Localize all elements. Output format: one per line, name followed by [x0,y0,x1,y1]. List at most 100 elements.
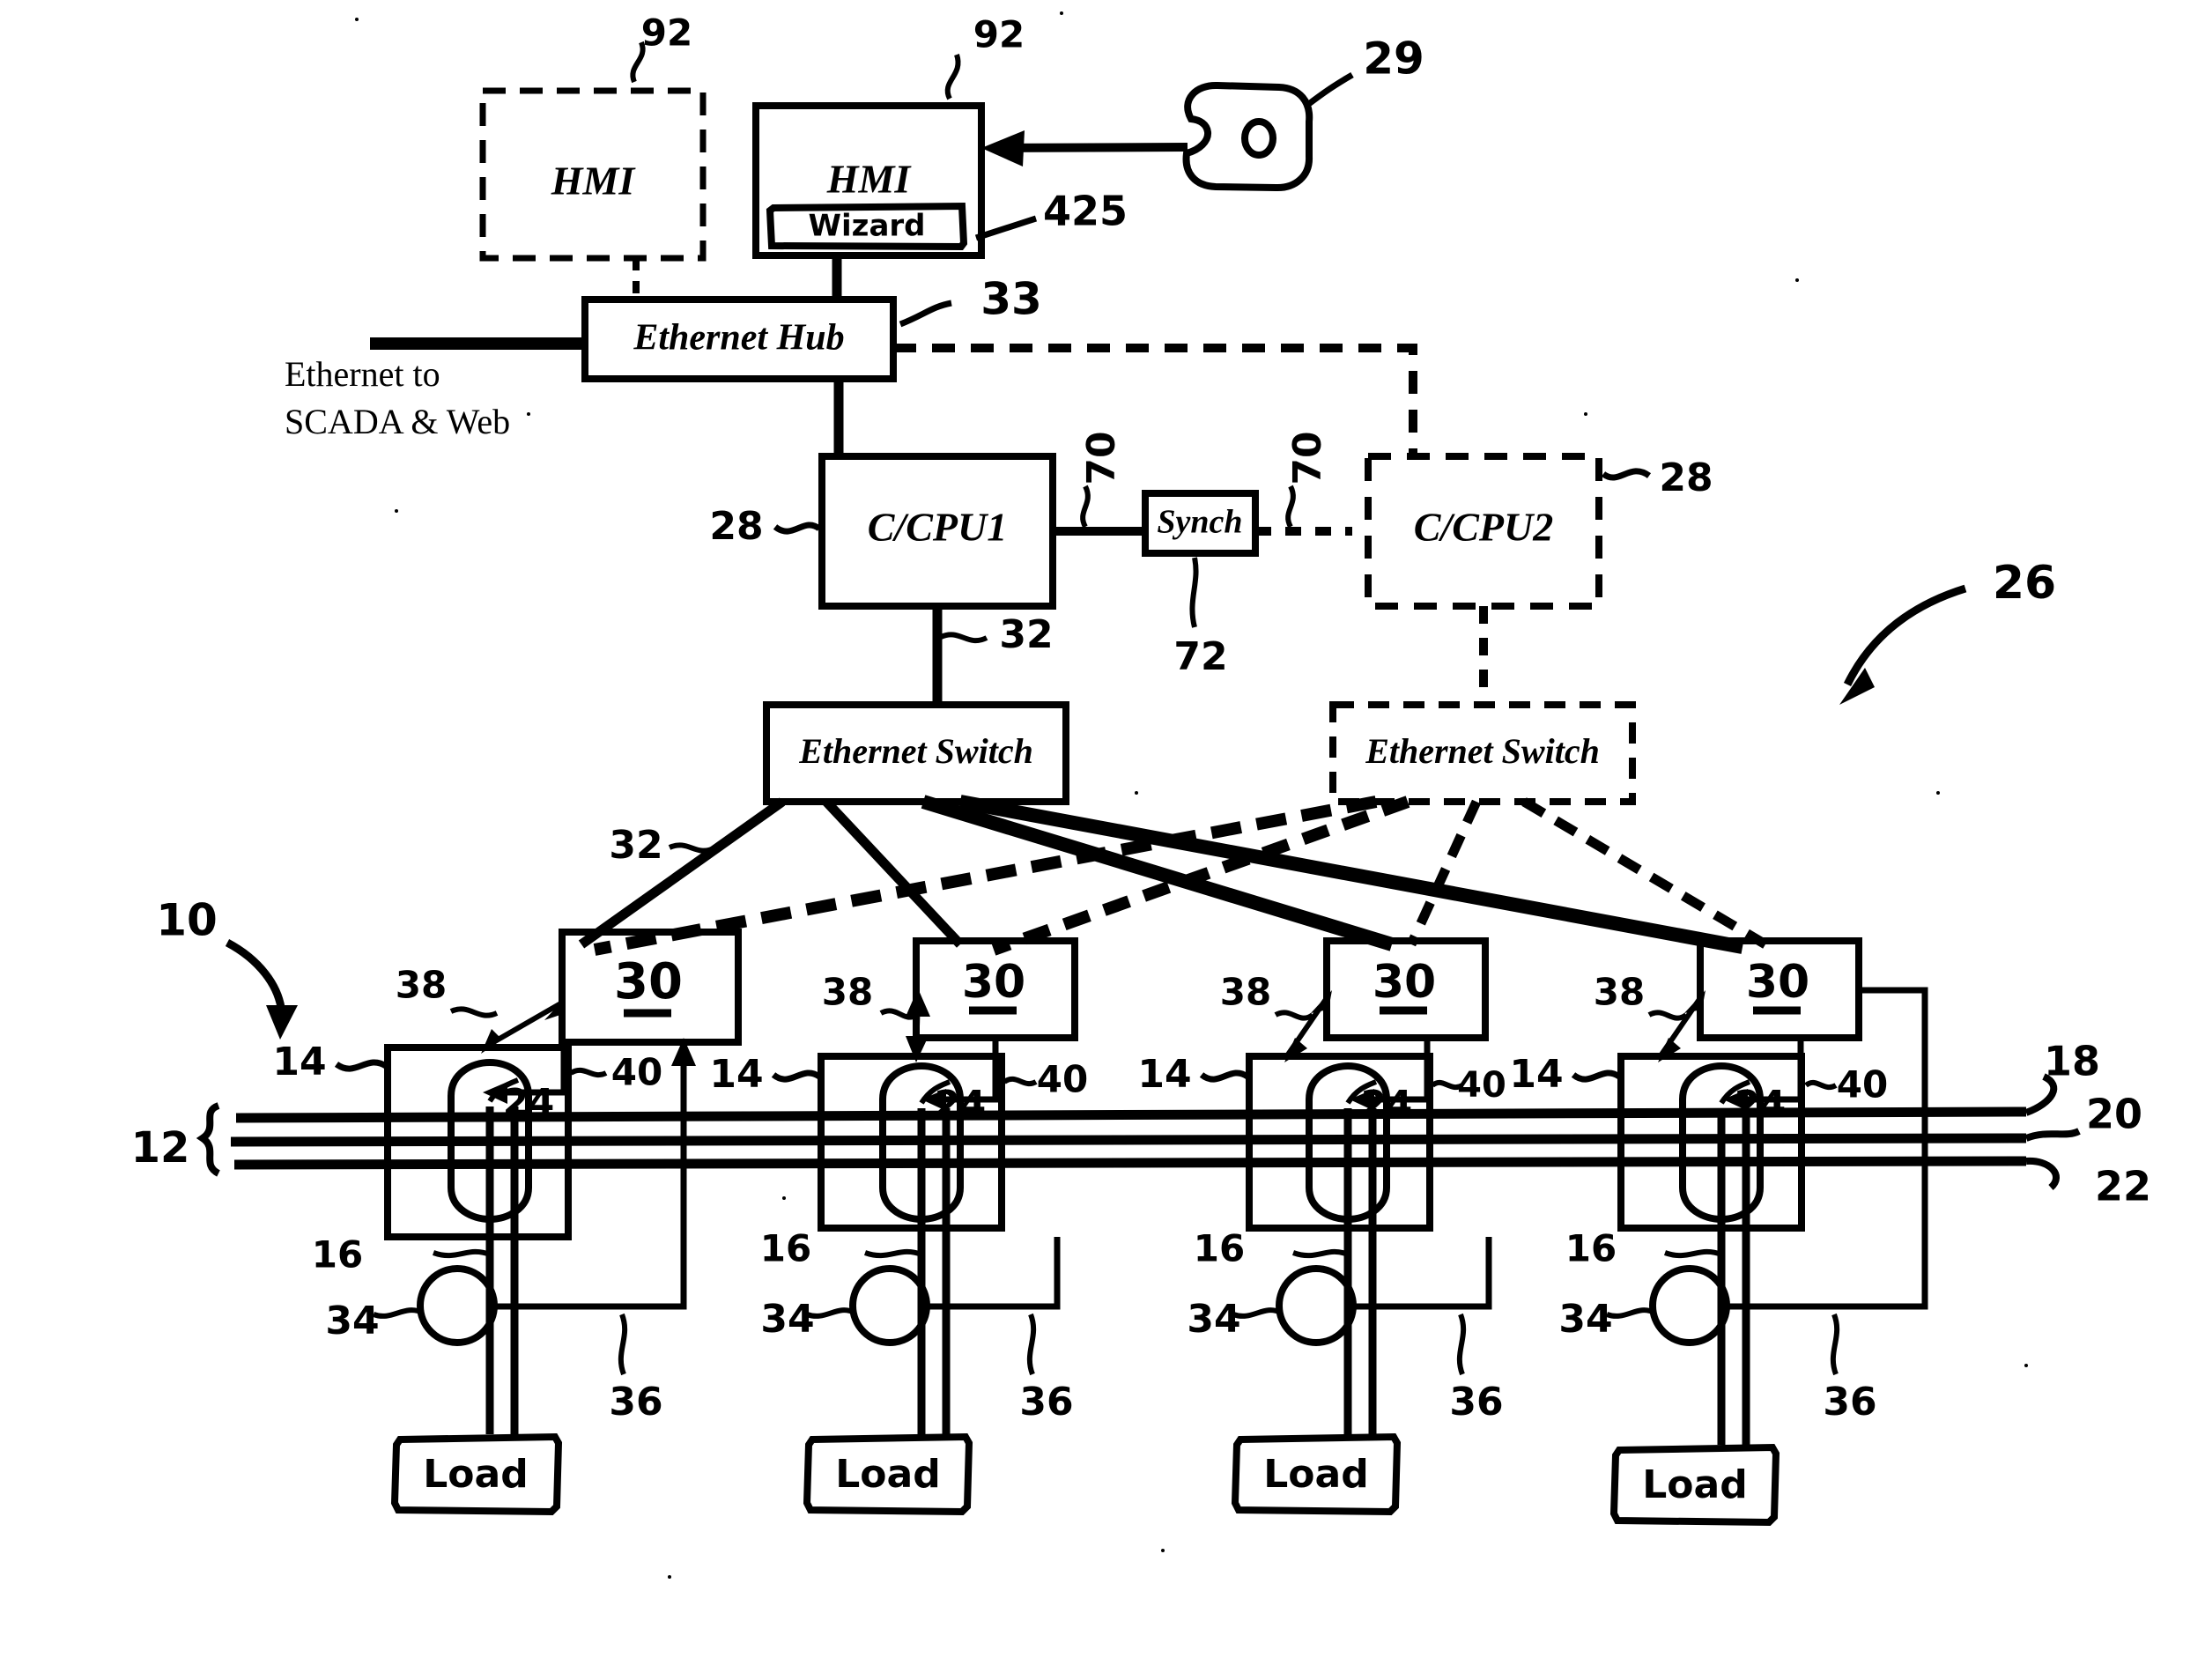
numeral-70-right: 70 [1285,431,1330,485]
leader-16-1 [432,1248,492,1259]
synch-label: Synch [1157,504,1242,541]
pointer-device-button-icon [1241,118,1276,159]
leader-14-3 [1199,1069,1250,1083]
leader-36-4 [1830,1313,1840,1376]
leader-40-4 [1804,1079,1838,1090]
leader-10-arrowhead [266,1005,298,1040]
hub-to-ccpu2-link [893,344,1417,456]
leader-16-4 [1663,1248,1723,1259]
numeral-14-1: 14 [272,1040,326,1084]
leader-16-3 [1291,1248,1350,1259]
controller-label-1: 30 [614,953,683,1010]
numeral-32-uplink: 32 [999,612,1053,657]
scada-label-line2: SCADA & Web [285,402,510,441]
numeral-34-4: 34 [1558,1297,1612,1342]
leader-14-4 [1571,1069,1622,1083]
numeral-425: 425 [1043,188,1128,235]
pointer-arrowhead-icon [981,130,1025,167]
leader-38-1 [449,1006,499,1018]
numeral-10: 10 [156,895,218,946]
leader-425 [974,215,1038,241]
controller-label-3: 30 [1373,956,1436,1009]
leader-14-1 [334,1059,388,1072]
unit-group-4: 30 24 38 40 14 16 34 36 Load [1509,937,1928,1527]
ccpu1-label: C/CPU1 [868,505,1007,550]
numeral-40-1: 40 [611,1051,662,1094]
leader-32-uplink [939,632,988,644]
numeral-14-3: 14 [1137,1052,1191,1097]
breaker-label-1: 24 [503,1081,554,1124]
leader-16-2 [863,1248,923,1259]
numeral-12: 12 [131,1123,190,1173]
load-label-2: Load [835,1452,940,1497]
leader-28-ccpu1 [773,522,822,535]
leader-72 [1189,557,1199,628]
switch-backup-label: Ethernet Switch [1365,731,1600,771]
numeral-16-3: 16 [1194,1227,1245,1270]
figure-canvas: HMI 92 HMI Wizard 92 425 29 Ethernet Hub… [0,0,2205,1680]
hmi-primary-label: HMI [826,157,913,202]
numeral-32-downlink: 32 [609,823,662,868]
numeral-34-2: 34 [760,1297,814,1342]
leader-92-primary [944,54,961,100]
leader-36-1 [618,1313,628,1376]
numeral-18: 18 [2044,1038,2100,1085]
numeral-38-4: 38 [1594,971,1645,1014]
numeral-14-2: 14 [709,1052,763,1097]
device-glyph-1 [417,1265,498,1346]
numeral-20: 20 [2086,1091,2142,1138]
scan-speckles [355,11,2028,1579]
numeral-38-2: 38 [822,971,873,1014]
scada-label-line1: Ethernet to [285,354,440,394]
device-glyph-3 [1276,1265,1357,1346]
controller-label-4: 30 [1746,956,1809,1009]
numeral-34-3: 34 [1187,1297,1240,1342]
numeral-28-ccpu2: 28 [1659,455,1713,500]
numeral-38-1: 38 [396,964,447,1007]
load-label-3: Load [1263,1452,1368,1497]
ccpu2-label: C/CPU2 [1414,505,1553,550]
numeral-26: 26 [1993,557,2056,610]
trip-arrowhead-1 [483,1082,507,1104]
leader-40-1 [569,1067,608,1077]
bus-group-brace [196,1102,221,1177]
leader-10 [225,939,286,1016]
leader-38-3 [1274,1010,1314,1021]
sensor-arrowhead-a-2 [906,988,930,1017]
numeral-92-backup: 92 [641,11,692,55]
numeral-16-4: 16 [1565,1227,1617,1270]
leader-40-2 [1003,1076,1038,1086]
leader-36-3 [1456,1313,1467,1376]
wizard-label: Wizard [809,209,926,244]
leader-33 [899,300,952,328]
numeral-34-1: 34 [325,1299,379,1343]
numeral-16-1: 16 [312,1233,363,1277]
leader-34-4 [1605,1307,1656,1319]
leader-70-right [1285,485,1296,529]
unit-group-1: 30 24 38 40 14 16 34 36 Load [272,929,742,1516]
device-glyph-2 [849,1265,930,1346]
leader-29 [1304,71,1354,108]
numeral-72: 72 [1173,634,1227,679]
controller-label-2: 30 [962,956,1025,1009]
leader-32-downlink [668,842,717,854]
numeral-40-4: 40 [1837,1063,1888,1106]
switch-primary-label: Ethernet Switch [798,731,1033,771]
ethernet-hub-label: Ethernet Hub [633,318,844,359]
numeral-38-3: 38 [1220,971,1271,1014]
numeral-36-3: 36 [1449,1380,1503,1425]
numeral-40-2: 40 [1037,1058,1088,1101]
device-glyph-4 [1649,1265,1730,1346]
leader-36-2 [1026,1313,1037,1376]
numeral-16-2: 16 [760,1227,811,1270]
numeral-70-left: 70 [1079,431,1124,485]
leader-20 [2024,1128,2081,1142]
unit-group-3: 30 24 38 40 14 16 34 36 Load [1137,937,1506,1516]
numeral-29: 29 [1363,33,1424,85]
load-label-1: Load [423,1452,528,1497]
leader-22 [2025,1157,2060,1191]
switch-backup-link-3 [1406,799,1482,947]
unit-group-2: 30 24 38 40 14 16 34 36 Load [709,937,1088,1516]
numeral-36-4: 36 [1823,1380,1876,1425]
leader-28-ccpu2 [1601,468,1652,481]
